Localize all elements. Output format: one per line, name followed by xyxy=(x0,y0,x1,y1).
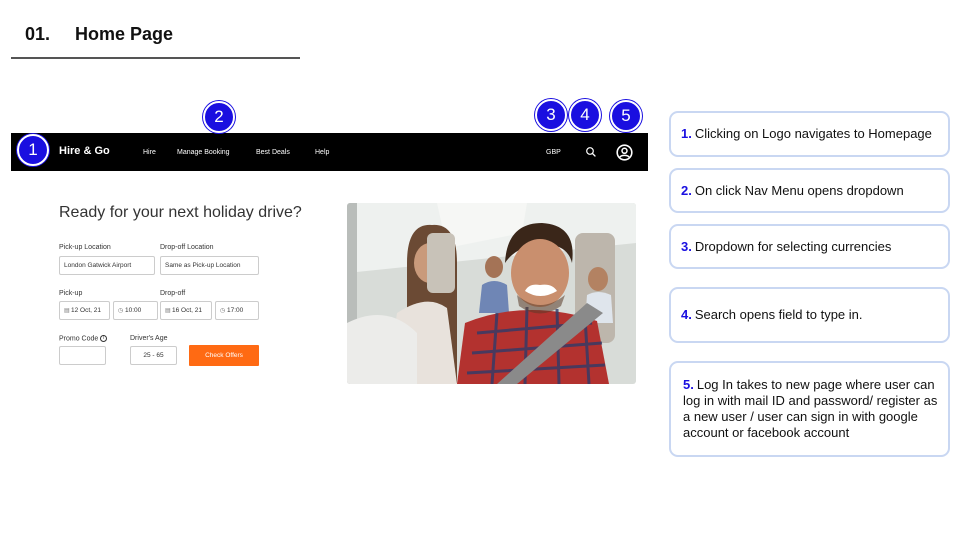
note-text: Search opens field to type in. xyxy=(694,307,863,322)
annotation-note-2: 2. On click Nav Menu opens dropdown xyxy=(669,168,950,213)
website-mockup: Hire & Go Hire Manage Booking Best Deals… xyxy=(11,133,648,393)
dropoff-location-field[interactable]: Same as Pick-up Location xyxy=(160,256,259,275)
hero-photo xyxy=(347,203,636,384)
promo-code-label: Promo Code i xyxy=(59,335,108,343)
nav-item-hire[interactable]: Hire xyxy=(143,149,156,156)
nav-item-best-deals[interactable]: Best Deals xyxy=(256,149,290,156)
pickup-location-field[interactable]: London Gatwick Airport xyxy=(59,256,155,275)
note-number: 1. xyxy=(681,126,692,141)
dropoff-time-field[interactable]: ◷ 17:00 xyxy=(215,301,259,320)
slide-heading: 01. Home Page xyxy=(25,24,173,45)
marker-5: 5 xyxy=(610,100,642,132)
marker-3: 3 xyxy=(535,99,567,131)
annotation-note-4: 4. Search opens field to type in. xyxy=(669,287,950,343)
annotation-note-1: 1. Clicking on Logo navigates to Homepage xyxy=(669,111,950,157)
pickup-location-label: Pick-up Location xyxy=(59,244,111,251)
annotation-note-3: 3. Dropdown for selecting currencies xyxy=(669,224,950,269)
marker-1: 1 xyxy=(17,134,49,166)
calendar-icon: ▤ xyxy=(64,308,70,314)
site-logo[interactable]: Hire & Go xyxy=(59,145,110,157)
hero-title: Ready for your next holiday drive? xyxy=(59,204,302,221)
note-number: 2. xyxy=(681,182,692,198)
calendar-icon: ▤ xyxy=(165,308,171,314)
pickup-time-field[interactable]: ◷ 10:00 xyxy=(113,301,158,320)
navbar: Hire & Go Hire Manage Booking Best Deals… xyxy=(11,133,648,171)
dropoff-location-label: Drop-off Location xyxy=(160,244,214,251)
slide-number: 01. xyxy=(25,24,51,44)
pickup-date-value: 12 Oct, 21 xyxy=(71,307,101,314)
drivers-age-label: Driver's Age xyxy=(130,335,168,342)
clock-icon: ◷ xyxy=(118,308,124,314)
clock-icon: ◷ xyxy=(220,308,226,314)
dropoff-time-value: 17:00 xyxy=(227,307,244,314)
note-number: 5. xyxy=(683,377,694,392)
drivers-age-field[interactable]: 25 - 65 xyxy=(130,346,177,365)
nav-item-manage-booking[interactable]: Manage Booking xyxy=(177,149,230,156)
check-offers-button[interactable]: Check Offers xyxy=(189,345,259,366)
dropoff-date-value: 16 Oct, 21 xyxy=(172,307,202,314)
dropoff-date-field[interactable]: ▤16 Oct, 21 xyxy=(160,301,212,320)
info-icon[interactable]: i xyxy=(100,335,108,342)
note-number: 4. xyxy=(681,307,692,322)
pickup-date-field[interactable]: ▤12 Oct, 21 xyxy=(59,301,110,320)
promo-code-field[interactable] xyxy=(59,346,106,365)
promo-code-label-text: Promo Code xyxy=(59,335,99,343)
note-number: 3. xyxy=(681,238,692,254)
user-circle-icon[interactable] xyxy=(616,144,633,161)
marker-4: 4 xyxy=(569,99,601,131)
marker-2: 2 xyxy=(203,101,235,133)
pickup-label: Pick-up xyxy=(59,290,83,297)
note-text: On click Nav Menu opens dropdown xyxy=(694,182,904,198)
heading-divider xyxy=(11,57,300,59)
note-text: Log In takes to new page where user can … xyxy=(683,377,938,440)
nav-item-help[interactable]: Help xyxy=(315,149,329,156)
dropoff-label: Drop-off xyxy=(160,290,186,297)
note-text: Dropdown for selecting currencies xyxy=(694,238,892,254)
pickup-time-value: 10:00 xyxy=(125,307,142,314)
annotation-note-5: 5. Log In takes to new page where user ca… xyxy=(669,361,950,457)
note-text: Clicking on Logo navigates to Homepage xyxy=(694,126,932,141)
currency-selector[interactable]: GBP xyxy=(546,149,561,156)
search-icon[interactable] xyxy=(585,146,597,158)
slide-title: Home Page xyxy=(75,24,174,44)
